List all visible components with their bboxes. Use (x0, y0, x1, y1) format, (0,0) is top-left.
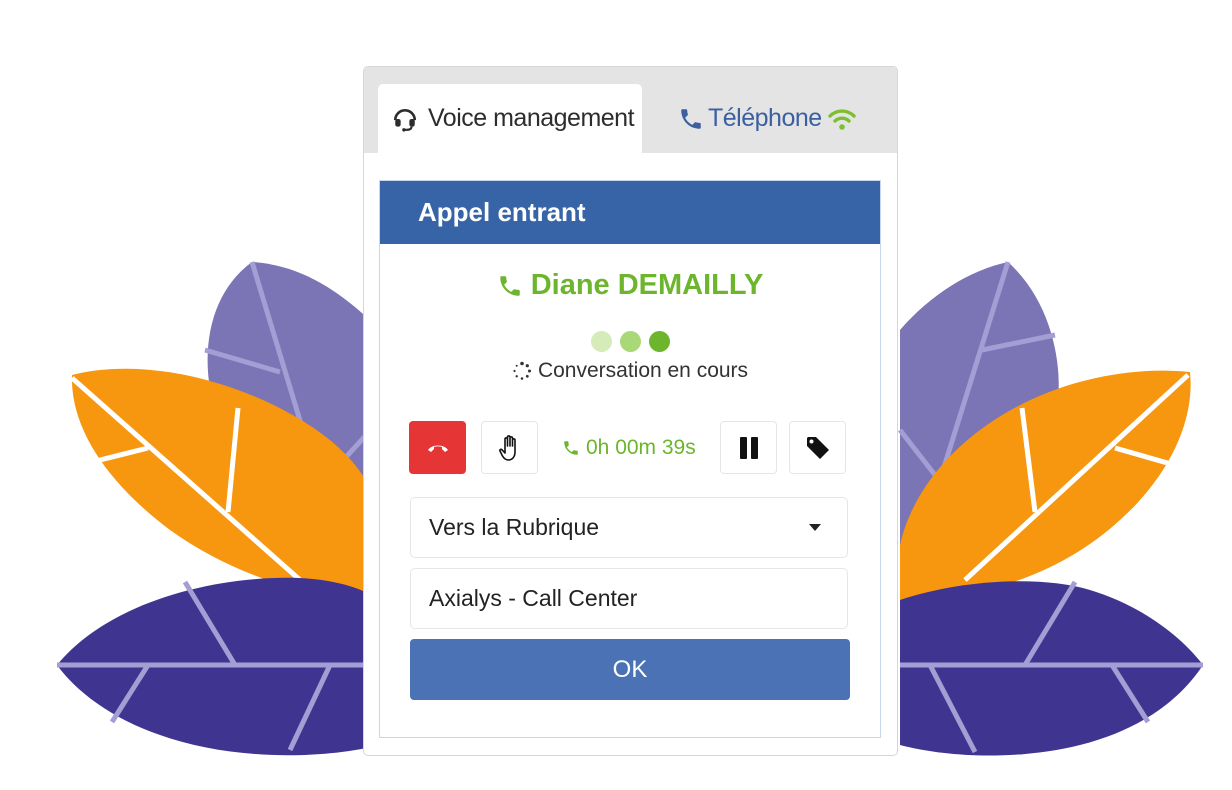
caller-name: Diane DEMAILLY (380, 269, 880, 302)
hangup-button[interactable] (409, 421, 466, 474)
voice-widget: Voice management Téléphone Appel entrant… (363, 66, 898, 756)
call-status: Conversation en cours (380, 359, 880, 383)
tag-icon (806, 436, 829, 459)
call-timer: 0h 00m 39s (562, 421, 696, 474)
incoming-call-panel: Appel entrant Diane DEMAILLY Conversatio… (379, 180, 881, 738)
wifi-icon (827, 108, 856, 130)
phone-icon (564, 440, 578, 455)
call-controls: 0h 00m 39s (380, 421, 880, 475)
destination-input[interactable]: Axialys - Call Center (410, 568, 848, 629)
progress-dot (619, 331, 641, 352)
tab-voice-management[interactable]: Voice management (378, 84, 642, 153)
tab-label: Téléphone (708, 104, 822, 132)
tab-telephone[interactable]: Téléphone (678, 84, 856, 153)
tag-button[interactable] (789, 421, 846, 474)
tab-bar: Voice management Téléphone (364, 67, 897, 153)
pause-button[interactable] (720, 421, 777, 474)
phone-icon (499, 275, 520, 296)
headset-icon (393, 108, 417, 132)
transfer-select[interactable]: Vers la Rubrique (410, 497, 848, 558)
spinner-icon (513, 361, 531, 380)
hangup-icon (427, 445, 448, 452)
transfer-select-value: Vers la Rubrique (429, 514, 600, 540)
hold-button[interactable] (481, 421, 538, 474)
panel-title: Appel entrant (380, 181, 880, 244)
hand-icon (498, 434, 516, 461)
progress-dots (380, 331, 880, 352)
progress-dot (590, 331, 612, 352)
progress-dot (648, 331, 670, 352)
tab-label: Voice management (428, 104, 635, 132)
chevron-down-icon (809, 524, 821, 531)
ok-button[interactable]: OK (410, 639, 850, 700)
leaf-right-indigo (900, 580, 1203, 756)
pause-icon (739, 436, 758, 459)
leaf-left-indigo (57, 577, 380, 756)
destination-input-value: Axialys - Call Center (429, 585, 638, 611)
phone-icon (681, 108, 701, 129)
